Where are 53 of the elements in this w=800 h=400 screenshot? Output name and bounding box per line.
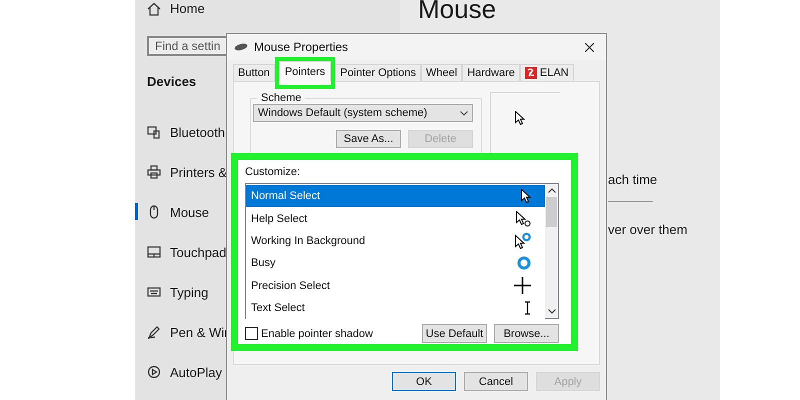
setting-text: ach time — [608, 172, 658, 187]
tab[interactable]: Hardware — [462, 64, 520, 81]
working-cursor-icon — [515, 232, 531, 250]
page-title: Mouse — [418, 0, 498, 24]
preview-cursor-icon — [515, 111, 525, 126]
mouse-icon — [147, 205, 161, 219]
list-item[interactable]: Normal Select — [246, 185, 545, 208]
sidebar-item[interactable]: Printers & — [170, 164, 228, 180]
group-label: Scheme — [260, 92, 302, 104]
section-heading: Devices — [147, 74, 196, 91]
tab[interactable]: ELAN — [520, 64, 574, 81]
chevron-down-icon[interactable] — [548, 309, 556, 314]
dialog-button[interactable]: Cancel — [464, 372, 528, 391]
home-link[interactable]: Home — [170, 1, 205, 16]
scrollbar-thumb[interactable] — [546, 197, 557, 227]
chevron-down-icon — [460, 110, 468, 116]
mouse-device-icon — [234, 43, 248, 51]
play-icon — [147, 365, 161, 379]
printer-icon — [147, 165, 161, 179]
chevron-up-icon[interactable] — [548, 188, 556, 193]
keyboard-icon — [147, 285, 161, 299]
dialog-button[interactable]: OK — [392, 372, 456, 391]
sidebar-item[interactable]: Typing — [170, 284, 208, 300]
home-icon — [147, 2, 161, 16]
crosshair-icon — [514, 277, 531, 294]
pen-icon — [147, 325, 161, 339]
search-field[interactable]: Find a settin — [147, 36, 226, 56]
scheme-dropdown[interactable]: Windows Default (system scheme) — [253, 104, 473, 122]
window-title: Mouse Properties — [254, 40, 348, 54]
touchpad-icon — [147, 245, 161, 259]
tab[interactable]: Pointers — [278, 61, 332, 81]
pointer-button[interactable]: Use Default — [422, 324, 487, 343]
sidebar-item[interactable]: Pen & Wir — [170, 324, 229, 340]
scrollbar[interactable] — [545, 184, 558, 318]
sidebar-item[interactable]: Touchpad — [170, 244, 226, 260]
elan-logo-icon — [524, 67, 537, 79]
setting-text: ver over them — [608, 222, 688, 237]
customize-label: Customize: — [245, 166, 302, 178]
shadow-checkbox[interactable]: Enable pointer shadow — [245, 327, 373, 340]
scheme-button[interactable]: Save As... — [336, 130, 401, 148]
tab[interactable]: Button — [233, 64, 275, 81]
help-cursor-icon — [516, 210, 531, 227]
text-cursor-icon — [524, 301, 531, 316]
devices-icon — [147, 125, 161, 139]
close-icon[interactable] — [585, 42, 594, 52]
pointer-button[interactable]: Browse... — [494, 324, 559, 343]
tab[interactable]: Pointer Options — [335, 64, 421, 81]
sidebar-item[interactable]: Mouse — [170, 204, 210, 220]
sidebar-item[interactable]: AutoPlay — [170, 364, 222, 380]
busy-ring-icon — [517, 256, 531, 270]
arrow-cursor-icon — [521, 188, 531, 204]
sidebar-item[interactable]: Bluetooth — [170, 124, 225, 140]
tab[interactable]: Wheel — [421, 64, 462, 81]
